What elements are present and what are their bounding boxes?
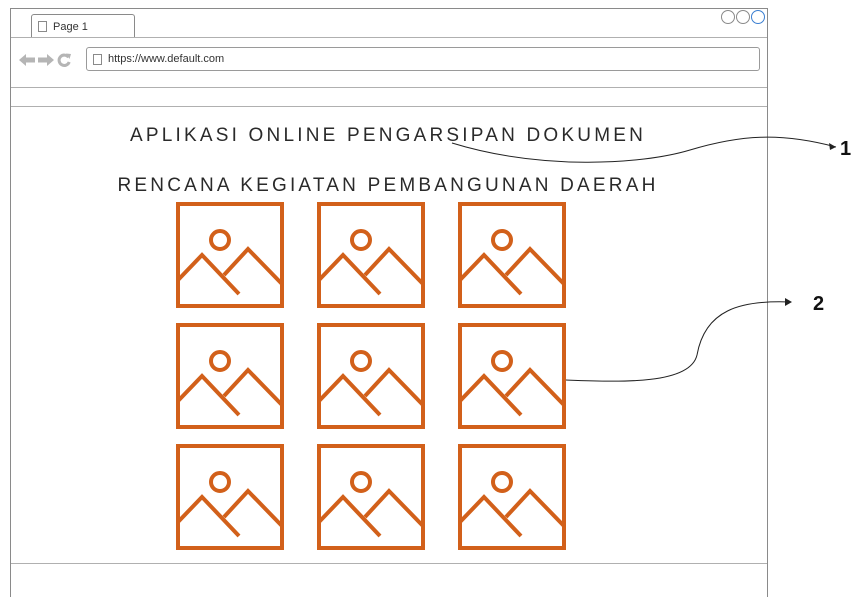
back-arrow-icon[interactable] — [19, 54, 35, 66]
image-placeholder[interactable] — [176, 444, 284, 550]
image-placeholder[interactable] — [176, 202, 284, 308]
image-placeholder-icon — [317, 202, 425, 308]
maximize-button[interactable] — [736, 10, 750, 24]
arrowhead-1 — [829, 143, 836, 150]
image-placeholder[interactable] — [458, 202, 566, 308]
tabstrip-divider — [11, 37, 767, 38]
app-subtitle: RENCANA KEGIATAN PEMBANGUNAN DAERAH — [117, 175, 659, 196]
image-placeholder-icon — [458, 202, 566, 308]
browser-tab[interactable]: Page 1 — [31, 14, 135, 38]
url-text: https://www.default.com — [108, 53, 225, 65]
image-placeholder-icon — [176, 202, 284, 308]
tab-label: Page 1 — [53, 20, 88, 33]
image-placeholder-icon — [458, 323, 566, 429]
arrowhead-2 — [785, 298, 792, 306]
image-placeholder[interactable] — [317, 444, 425, 550]
image-placeholder[interactable] — [317, 202, 425, 308]
page-icon — [38, 21, 47, 32]
content-top-divider — [11, 106, 767, 107]
app-title: APLIKASI ONLINE PENGARSIPAN DOKUMEN — [129, 125, 647, 146]
callout-label-2: 2 — [813, 293, 825, 315]
image-placeholder-icon — [176, 444, 284, 550]
reload-icon[interactable] — [57, 53, 71, 67]
image-placeholder[interactable] — [458, 323, 566, 429]
window-controls — [721, 10, 765, 24]
image-placeholder[interactable] — [458, 444, 566, 550]
wireframe-canvas: Page 1 https://www.default.com APLIKASI … — [0, 0, 855, 597]
navigation-controls — [19, 53, 71, 67]
image-placeholder-icon — [176, 323, 284, 429]
image-placeholder-icon — [317, 444, 425, 550]
content-bottom-divider — [11, 563, 767, 564]
image-placeholder[interactable] — [317, 323, 425, 429]
callout-label-1: 1 — [840, 138, 852, 160]
image-placeholder-icon — [458, 444, 566, 550]
image-placeholder-icon — [317, 323, 425, 429]
toolbar-divider — [11, 87, 767, 88]
address-bar[interactable]: https://www.default.com — [86, 47, 760, 71]
image-placeholder[interactable] — [176, 323, 284, 429]
page-icon — [93, 53, 102, 65]
forward-arrow-icon[interactable] — [38, 54, 54, 66]
close-button[interactable] — [751, 10, 765, 24]
minimize-button[interactable] — [721, 10, 735, 24]
